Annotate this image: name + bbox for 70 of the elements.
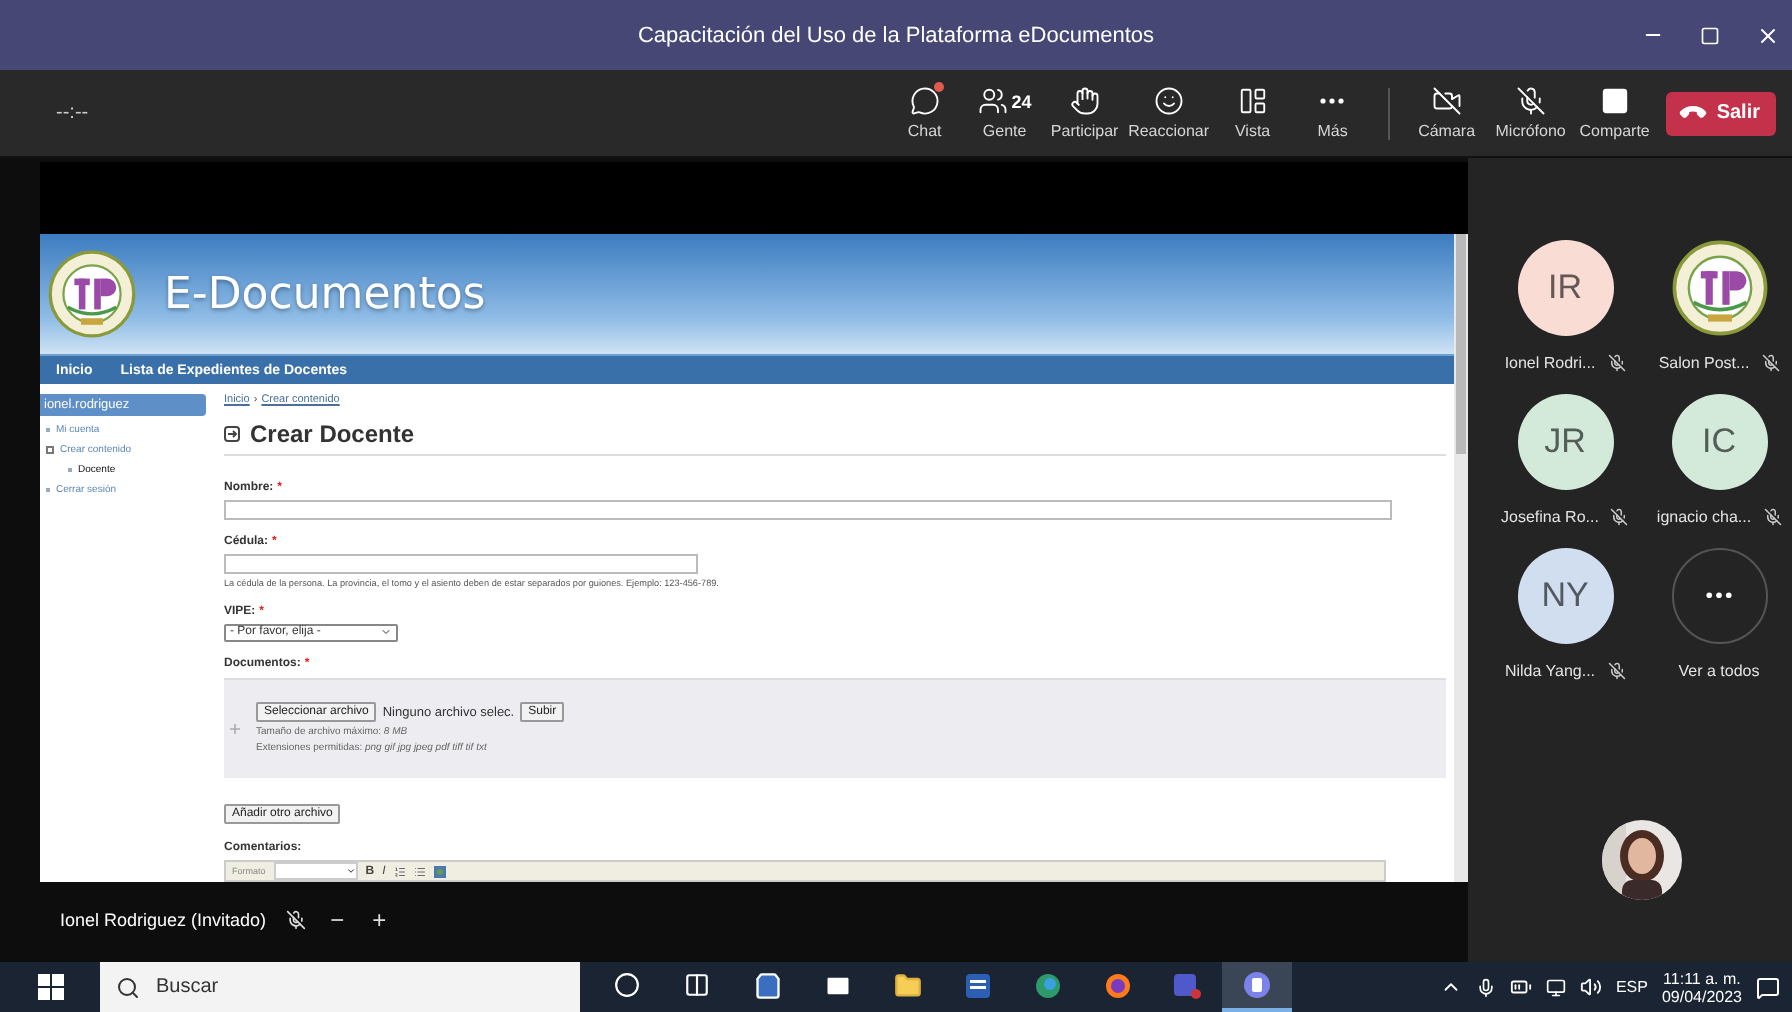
collapse-icon[interactable]: [46, 446, 54, 454]
volume-icon[interactable]: [1579, 976, 1602, 998]
participant-avatar[interactable]: JR: [1517, 394, 1613, 490]
hand-icon: [1069, 86, 1100, 116]
search-icon: [116, 975, 140, 999]
participant-name: Salon Post...: [1658, 353, 1750, 371]
participant-avatar[interactable]: IR: [1517, 240, 1613, 336]
more-icon: [1320, 98, 1345, 104]
meeting-app-icon: [1242, 970, 1272, 1000]
toolbar-button[interactable]: Cámara: [1406, 86, 1487, 140]
bullet-list-icon[interactable]: [413, 865, 426, 877]
call-timer: --:--: [56, 102, 89, 124]
network-icon: [1545, 977, 1566, 997]
layout-icon: [1237, 86, 1268, 116]
folder-icon: [893, 971, 921, 999]
toolbar-button[interactable]: Participar: [1044, 86, 1125, 140]
chevron-icon: [380, 626, 392, 639]
participant-name: Nilda Yang...: [1504, 661, 1596, 679]
toolbar-button[interactable]: Chat: [884, 86, 965, 140]
language-indicator[interactable]: ESP: [1615, 978, 1648, 996]
toolbar-button[interactable]: Más: [1292, 86, 1373, 140]
toolbar-button[interactable]: Vista: [1212, 86, 1293, 140]
toolbar-button[interactable]: Comparte: [1574, 86, 1655, 140]
seal-logo: [1671, 240, 1767, 336]
task-view-icon: [684, 972, 710, 998]
meeting-app-icon: [1172, 970, 1202, 1000]
taskbar-app[interactable]: [1222, 962, 1292, 1012]
participant-name: ignacio cha...: [1656, 507, 1752, 525]
window-title: Capacitación del Uso de la Plataforma eDocumentos: [637, 23, 1155, 47]
maximize-icon[interactable]: [1700, 25, 1720, 45]
drag-handle-icon[interactable]: [230, 723, 240, 734]
start-icon[interactable]: [37, 974, 63, 1000]
site-title: E-Documentos: [164, 269, 486, 319]
seal-logo: [48, 250, 136, 338]
leave-button[interactable]: Salir: [1666, 91, 1776, 135]
participant-name: Ver a todos: [1678, 661, 1760, 679]
image-icon[interactable]: [433, 865, 446, 877]
participant-name: Ionel Rodri...: [1504, 353, 1596, 371]
smiley-icon: [1153, 86, 1184, 116]
page-icon: [224, 426, 240, 442]
document-app-icon: [963, 971, 991, 999]
more-icon: [1706, 592, 1732, 600]
notifications-icon[interactable]: [1756, 975, 1780, 999]
participant-avatar[interactable]: IC: [1671, 394, 1767, 490]
numbered-list-icon[interactable]: [393, 865, 406, 877]
zoom-in-button[interactable]: +: [368, 906, 391, 934]
chat-icon: [909, 86, 940, 116]
close-icon[interactable]: [1756, 23, 1780, 47]
circle-icon: [614, 972, 640, 998]
participant-avatar[interactable]: NY: [1517, 548, 1613, 644]
toolbar-button[interactable]: Micrófono: [1486, 86, 1575, 140]
text-field[interactable]: [224, 554, 698, 574]
participant-name: Josefina Ro...: [1501, 507, 1599, 525]
search-field[interactable]: Buscar: [100, 962, 580, 1012]
page-title: Crear Docente: [250, 420, 415, 448]
browser-icon: [1033, 971, 1061, 999]
text-field[interactable]: [224, 500, 1392, 520]
presenter-name: Ionel Rodriguez (Invitado): [60, 910, 267, 930]
toolbar-button[interactable]: Reaccionar: [1124, 86, 1213, 140]
toolbar-button[interactable]: 24 Gente: [964, 86, 1045, 140]
chevron-icon: [345, 866, 356, 876]
zoom-out-button[interactable]: −: [326, 906, 349, 934]
browser-icon: [1103, 971, 1131, 999]
clock[interactable]: 11:11 a. m. 09/04/2023: [1661, 969, 1742, 1005]
mic-icon: [1475, 977, 1496, 997]
bag-icon: [753, 971, 781, 999]
participant-count: 24: [1011, 91, 1032, 111]
battery-icon: [1509, 976, 1532, 998]
people-icon: [977, 86, 1008, 116]
mail-icon: [823, 971, 851, 999]
